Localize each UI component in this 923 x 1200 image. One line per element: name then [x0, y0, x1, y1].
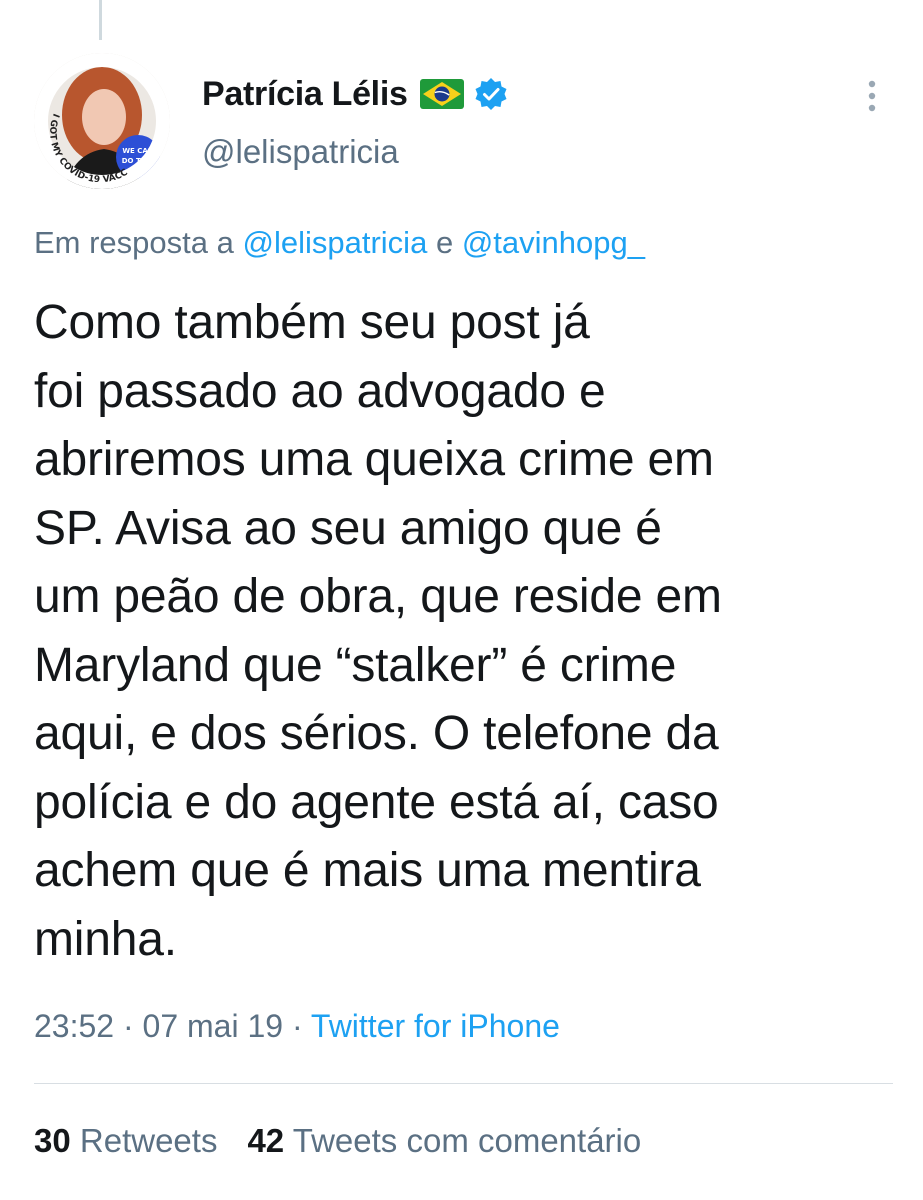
thread-connector-line — [99, 0, 102, 40]
tweet-time[interactable]: 23:52 — [34, 1008, 114, 1044]
divider — [34, 1083, 893, 1084]
avatar[interactable]: I GOT MY COVID-19 VACCINE WE CAN DO THIS — [34, 53, 170, 189]
reply-mention-lelispatricia[interactable]: @lelispatricia — [243, 225, 428, 260]
reply-to-prefix: Em resposta a — [34, 225, 234, 260]
tweet-stats: 30 Retweets 42 Tweets com comentário — [34, 1122, 641, 1160]
quote-tweets-label: Tweets com comentário — [292, 1122, 642, 1159]
reply-mention-tavinhopg[interactable]: @tavinhopg_ — [462, 225, 645, 260]
author-display-name[interactable]: Patrícia Lélis — [202, 75, 408, 114]
svg-text:WE CAN: WE CAN — [122, 147, 153, 155]
meta-separator: · — [291, 1008, 303, 1044]
quote-tweets-count: 42 — [247, 1122, 285, 1159]
retweets-label: Retweets — [79, 1122, 218, 1159]
verified-badge-icon — [474, 77, 508, 111]
tweet-body-text: Como também seu post já foi passado ao a… — [34, 296, 722, 966]
reply-to-conjunction: e — [435, 225, 454, 260]
tweet-metadata: 23:52 · 07 mai 19 · Twitter for iPhone — [34, 1008, 560, 1045]
svg-text:DO THIS: DO THIS — [122, 157, 154, 165]
author-name-row[interactable]: Patrícia Lélis — [202, 70, 508, 118]
meta-separator: · — [122, 1008, 134, 1044]
retweets-count: 30 — [34, 1122, 71, 1159]
author-handle[interactable]: @lelispatricia — [202, 133, 399, 171]
brazil-flag-icon — [419, 79, 464, 109]
more-options-icon[interactable] — [860, 78, 884, 114]
retweets-stat[interactable]: 30 Retweets — [34, 1122, 217, 1159]
quote-tweets-stat[interactable]: 42 Tweets com comentário — [247, 1122, 641, 1159]
reply-to-line: Em resposta a @lelispatricia e @tavinhop… — [34, 225, 645, 261]
tweet-date[interactable]: 07 mai 19 — [143, 1008, 284, 1044]
avatar-image: I GOT MY COVID-19 VACCINE WE CAN DO THIS — [34, 53, 170, 189]
tweet-source-link[interactable]: Twitter for iPhone — [311, 1008, 560, 1044]
